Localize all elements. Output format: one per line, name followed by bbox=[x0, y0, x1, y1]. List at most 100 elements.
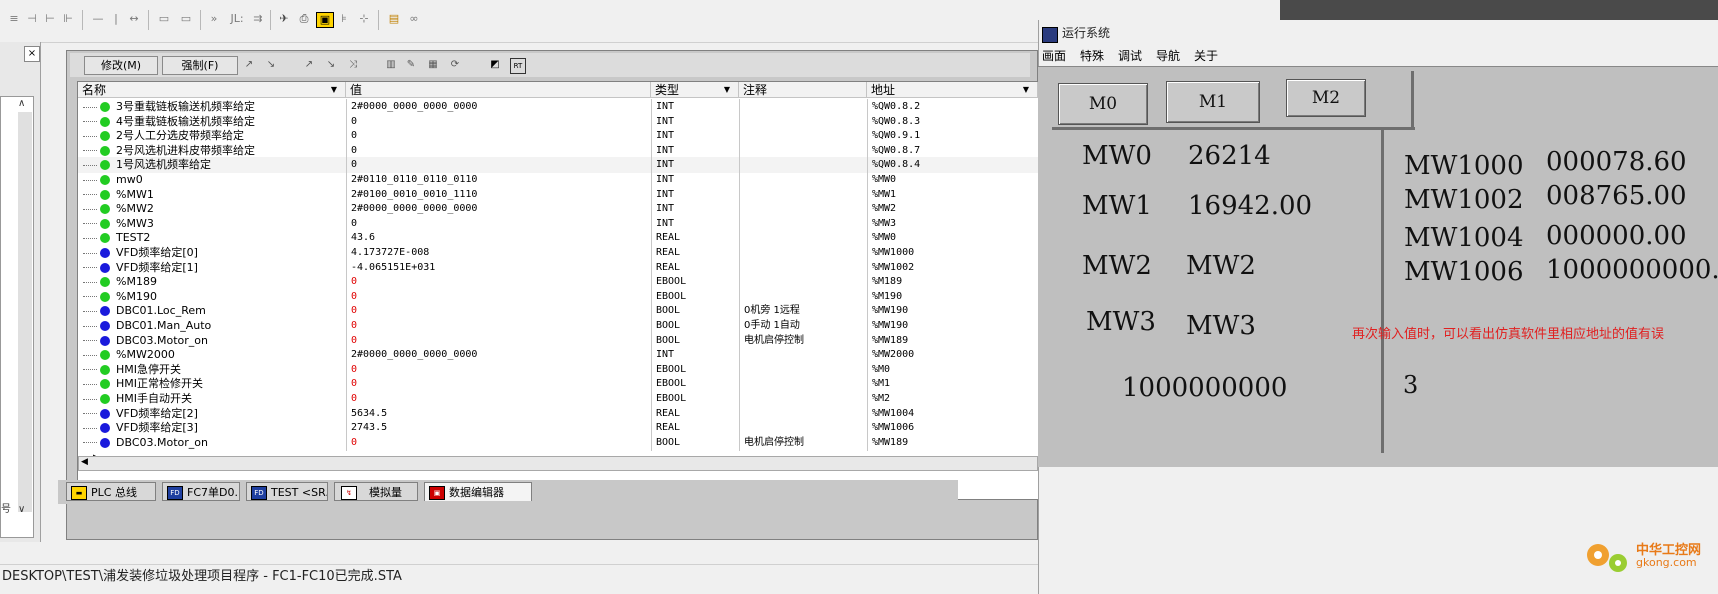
menu-item-navigate[interactable]: 导航 bbox=[1156, 46, 1180, 66]
force-button[interactable]: 强制(F) bbox=[162, 56, 238, 75]
jump-icon[interactable]: » bbox=[206, 12, 222, 26]
tab-plc-bus[interactable]: ▬ PLC 总线 bbox=[66, 482, 156, 501]
mw0-value[interactable]: 26214 bbox=[1188, 141, 1271, 171]
grid-icon[interactable]: ▦ bbox=[426, 58, 440, 72]
value-cell[interactable]: 0 bbox=[346, 113, 651, 130]
value-cell[interactable]: 0 bbox=[346, 157, 651, 174]
dash-icon[interactable]: — bbox=[90, 12, 106, 26]
value-cell[interactable]: 0 bbox=[346, 128, 651, 145]
unforce-icon[interactable]: ⤨ bbox=[346, 58, 360, 72]
tab-analog[interactable]: ↯ 模拟量 bbox=[334, 482, 418, 501]
menu-item-debug[interactable]: 调试 bbox=[1118, 46, 1142, 66]
header-address[interactable]: 地址 ▼ bbox=[867, 82, 1038, 98]
pipe-icon[interactable]: | bbox=[108, 12, 124, 26]
m0-button[interactable]: M0 bbox=[1058, 83, 1148, 125]
mw1002-value[interactable]: 008765.00 bbox=[1546, 181, 1687, 211]
value-cell[interactable]: 0 bbox=[346, 434, 651, 451]
scroll-left-icon[interactable]: ◀ bbox=[81, 457, 88, 467]
value-cell[interactable]: 0 bbox=[346, 318, 651, 334]
big-value[interactable]: 1000000000 bbox=[1122, 373, 1287, 403]
value-cell[interactable]: 0 bbox=[346, 391, 651, 407]
table-row[interactable]: DBC01.Loc_Rem 0 BOOL 0机旁 1远程 %MW190 bbox=[78, 303, 1038, 320]
table-row[interactable]: 2号人工分选皮带频率给定 0 INT %QW0.9.1 bbox=[78, 128, 1038, 145]
table-row[interactable]: VFD频率给定[1] -4.065151E+031 REAL %MW1002 bbox=[78, 259, 1038, 276]
header-note[interactable]: 注释 bbox=[739, 82, 867, 98]
m2-button[interactable]: M2 bbox=[1286, 79, 1366, 117]
table-row[interactable]: %MW1 2#0100_0010_0010_1110 INT %MW1 bbox=[78, 186, 1038, 203]
table-row[interactable]: 4号重载链板输送机频率给定 0 INT %QW0.8.3 bbox=[78, 113, 1038, 130]
refresh-icon[interactable]: ⟳ bbox=[448, 58, 462, 72]
table-row[interactable]: VFD频率给定[3] 2743.5 REAL %MW1006 bbox=[78, 420, 1038, 437]
reset-icon[interactable]: ↘ bbox=[324, 58, 338, 72]
table-row[interactable]: TEST2 43.6 REAL %MW0 bbox=[78, 230, 1038, 247]
value-cell[interactable]: 0 bbox=[346, 142, 651, 159]
scroll-down-icon[interactable]: ∨ bbox=[18, 504, 25, 515]
value-cell[interactable]: 4.173727E-008 bbox=[346, 245, 651, 261]
value-cell[interactable]: 2743.5 bbox=[346, 420, 651, 437]
chart-icon[interactable]: ◩ bbox=[488, 58, 502, 72]
table-row[interactable]: %M189 0 EBOOL %M189 bbox=[78, 274, 1038, 291]
folder-icon[interactable]: ▤ bbox=[386, 12, 402, 26]
print-icon[interactable]: ⎙ bbox=[296, 12, 312, 26]
sort-arrow-icon[interactable]: ▼ bbox=[1023, 82, 1029, 98]
stop-icon[interactable]: ⊹ bbox=[356, 12, 372, 26]
menu-item-screen[interactable]: 画面 bbox=[1042, 46, 1066, 66]
mw1000-value[interactable]: 000078.60 bbox=[1546, 147, 1687, 177]
tab-fc7[interactable]: FD FC7单D0... bbox=[162, 482, 240, 501]
mw1006-value[interactable]: 1000000000. bbox=[1546, 255, 1718, 285]
header-value[interactable]: 值 bbox=[346, 82, 651, 98]
value-cell[interactable]: 2#0000_0000_0000_0000 bbox=[346, 347, 651, 364]
m1-button[interactable]: M1 bbox=[1166, 81, 1260, 123]
table-row[interactable]: HMI正常检修开关 0 EBOOL %M1 bbox=[78, 376, 1038, 393]
force-off-icon[interactable]: ↘ bbox=[264, 58, 278, 72]
mw1-value[interactable]: 16942.00 bbox=[1188, 191, 1312, 221]
menu-item-about[interactable]: 关于 bbox=[1194, 46, 1218, 66]
monitor-icon[interactable]: ▣ bbox=[316, 12, 334, 28]
table-row[interactable]: DBC01.Man_Auto 0 BOOL 0手动 1自动 %MW190 bbox=[78, 318, 1038, 334]
value-cell[interactable]: 2#0110_0110_0110_0110 bbox=[346, 172, 651, 188]
value-cell[interactable]: 2#0100_0010_0010_1110 bbox=[346, 186, 651, 203]
value-cell[interactable]: 0 bbox=[346, 361, 651, 378]
force-on-icon[interactable]: ↗ bbox=[242, 58, 256, 72]
close-icon[interactable]: × bbox=[24, 46, 40, 62]
modify-button[interactable]: 修改(M) bbox=[84, 56, 158, 75]
mw2-value[interactable]: MW2 bbox=[1186, 251, 1256, 281]
value-cell[interactable]: 0 bbox=[346, 215, 651, 232]
table-row[interactable]: mw0 2#0110_0110_0110_0110 INT %MW0 bbox=[78, 172, 1038, 188]
value-cell[interactable]: 0 bbox=[346, 274, 651, 291]
edit-icon[interactable]: ✎ bbox=[404, 58, 418, 72]
table-row[interactable]: %MW3 0 INT %MW3 bbox=[78, 215, 1038, 232]
value-cell[interactable]: 0 bbox=[346, 288, 651, 305]
arrows-icon[interactable]: ↔ bbox=[126, 12, 142, 26]
table-row[interactable]: VFD频率给定[2] 5634.5 REAL %MW1004 bbox=[78, 405, 1038, 422]
value-cell[interactable]: 0 bbox=[346, 332, 651, 349]
tab-data-editor[interactable]: ▣ 数据编辑器 bbox=[424, 482, 532, 501]
value-cell[interactable]: -4.065151E+031 bbox=[346, 259, 651, 276]
set-icon[interactable]: ↗ bbox=[302, 58, 316, 72]
left-scrollbar[interactable] bbox=[18, 112, 32, 512]
table-row[interactable]: HMI急停开关 0 EBOOL %M0 bbox=[78, 361, 1038, 378]
value-cell[interactable]: 5634.5 bbox=[346, 405, 651, 422]
value-cell[interactable]: 0 bbox=[346, 303, 651, 320]
tools-icon[interactable]: ✈ bbox=[276, 12, 292, 26]
step-icon[interactable]: ⇉ bbox=[250, 12, 266, 26]
table-row[interactable]: DBC03.Motor_on 0 BOOL 电机启停控制 %MW189 bbox=[78, 332, 1038, 349]
align-justify-icon[interactable]: ⊩ bbox=[60, 12, 76, 26]
align-left-icon[interactable]: ≡ bbox=[6, 12, 22, 26]
align-right-icon[interactable]: ⊣ bbox=[24, 12, 40, 26]
table-row[interactable]: %MW2000 2#0000_0000_0000_0000 INT %MW2000 bbox=[78, 347, 1038, 364]
scroll-up-icon[interactable]: ∧ bbox=[18, 98, 25, 109]
table-row[interactable]: 3号重载链板输送机频率给定 2#0000_0000_0000_0000 INT %QW… bbox=[78, 99, 1038, 115]
table-row[interactable]: 2号风选机进料皮带频率给定 0 INT %QW0.8.7 bbox=[78, 142, 1038, 159]
glasses-icon[interactable]: ∞ bbox=[406, 12, 422, 26]
columns-icon[interactable]: ▥ bbox=[384, 58, 398, 72]
value-cell[interactable]: 43.6 bbox=[346, 230, 651, 247]
small-value[interactable]: 3 bbox=[1403, 371, 1418, 399]
value-cell[interactable]: 2#0000_0000_0000_0000 bbox=[346, 99, 651, 115]
pin-icon[interactable]: ⊧ bbox=[336, 12, 352, 26]
horizontal-scrollbar[interactable]: ◀ bbox=[78, 456, 1038, 471]
compile-all-icon[interactable]: ▭ bbox=[176, 12, 196, 26]
value-cell[interactable]: 0 bbox=[346, 376, 651, 393]
header-name[interactable]: 名称 ▼ bbox=[78, 82, 346, 98]
compile-icon[interactable]: ▭ bbox=[154, 12, 174, 26]
